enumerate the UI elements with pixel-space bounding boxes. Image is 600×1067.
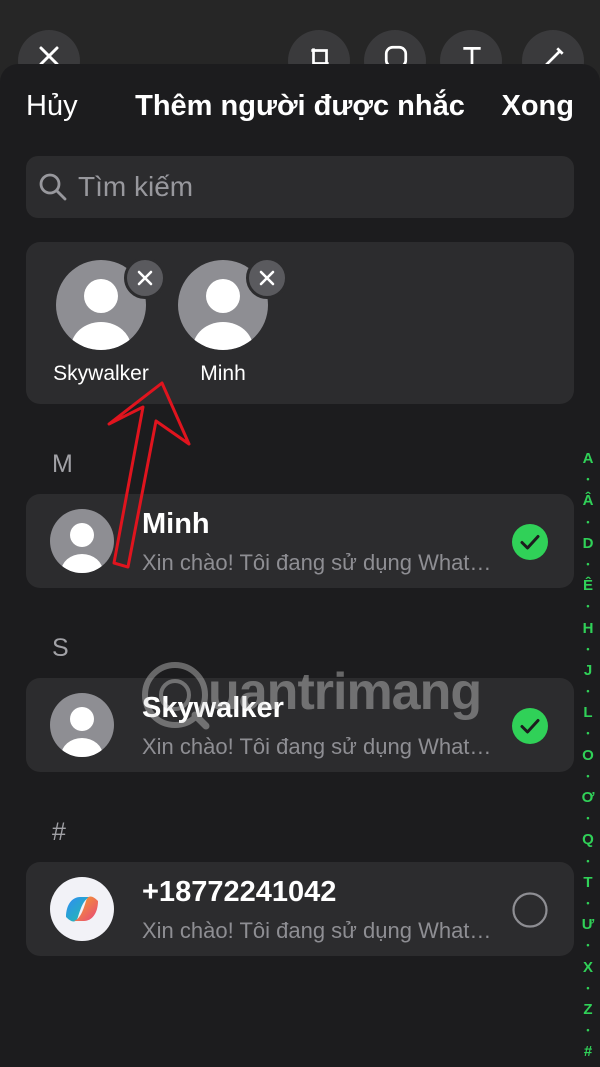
contact-row-phone[interactable]: +18772241042 Xin chào! Tôi đang sử dụng … <box>26 862 574 956</box>
contact-status: Xin chào! Tôi đang sử dụng WhatsApp. <box>142 734 502 759</box>
selected-contacts-panel: Skywalker Minh <box>26 242 574 404</box>
cancel-button[interactable]: Hủy <box>26 90 78 123</box>
contact-name: Minh <box>142 508 210 540</box>
index-dot[interactable]: • <box>578 766 598 787</box>
index-dot[interactable]: • <box>578 893 598 914</box>
person-icon <box>50 509 114 573</box>
done-button[interactable]: Xong <box>502 90 575 123</box>
index-letter[interactable]: D <box>578 533 598 554</box>
checkmark-selected-icon[interactable] <box>512 524 548 560</box>
index-letter[interactable]: # <box>578 1041 598 1062</box>
copilot-logo-icon <box>50 877 114 941</box>
index-letter[interactable]: Ư <box>578 914 598 935</box>
index-dot[interactable]: • <box>578 596 598 617</box>
index-dot[interactable]: • <box>578 554 598 575</box>
close-icon <box>259 270 275 286</box>
index-dot[interactable]: • <box>578 808 598 829</box>
contact-name: Skywalker <box>142 692 284 724</box>
checkmark-selected-icon[interactable] <box>512 708 548 744</box>
remove-chip-button[interactable] <box>246 257 288 299</box>
index-dot[interactable]: • <box>578 681 598 702</box>
section-header-s: S <box>52 634 69 662</box>
add-mention-sheet: Thêm người được nhắc Hủy Xong Skywalker <box>0 64 600 1067</box>
search-bar[interactable] <box>26 156 574 218</box>
index-letter[interactable]: Ơ <box>578 787 598 808</box>
index-dot[interactable]: • <box>578 1020 598 1041</box>
index-letter[interactable]: Â <box>578 490 598 511</box>
index-letter[interactable]: H <box>578 618 598 639</box>
index-dot[interactable]: • <box>578 978 598 999</box>
index-letter[interactable]: A <box>578 448 598 469</box>
index-dot[interactable]: • <box>578 512 598 533</box>
index-letter[interactable]: L <box>578 702 598 723</box>
contact-status: Xin chào! Tôi đang sử dụng WhatsApp. <box>142 918 502 943</box>
search-input[interactable] <box>78 156 558 218</box>
index-dot[interactable]: • <box>578 723 598 744</box>
index-letter[interactable]: O <box>578 745 598 766</box>
remove-chip-button[interactable] <box>124 257 166 299</box>
sheet-header: Thêm người được nhắc Hủy Xong <box>0 64 600 152</box>
index-letter[interactable]: Ê <box>578 575 598 596</box>
person-icon <box>50 693 114 757</box>
contact-row-minh[interactable]: Minh Xin chào! Tôi đang sử dụng WhatsApp… <box>26 494 574 588</box>
contact-name: +18772241042 <box>142 876 337 908</box>
section-header-number: # <box>52 818 66 846</box>
contact-status: Xin chào! Tôi đang sử dụng WhatsApp. <box>142 550 502 575</box>
selected-chip-name: Minh <box>200 362 246 385</box>
index-dot[interactable]: • <box>578 639 598 660</box>
index-dot[interactable]: • <box>578 469 598 490</box>
index-letter[interactable]: Z <box>578 999 598 1020</box>
close-icon <box>137 270 153 286</box>
selected-chip-minh[interactable]: Minh <box>168 257 288 390</box>
search-icon <box>39 173 67 201</box>
index-dot[interactable]: • <box>578 851 598 872</box>
selected-chip-skywalker[interactable]: Skywalker <box>46 257 166 390</box>
index-letter[interactable]: J <box>578 660 598 681</box>
index-letter[interactable]: T <box>578 872 598 893</box>
alphabet-index[interactable]: A • Â • D • Ê • H • J • L • O • Ơ • Q • T • Ư • X • Z • # <box>578 448 598 1062</box>
section-header-m: M <box>52 450 73 478</box>
index-letter[interactable]: X <box>578 957 598 978</box>
checkbox-unselected-icon[interactable] <box>512 892 548 928</box>
index-dot[interactable]: • <box>578 935 598 956</box>
index-letter[interactable]: Q <box>578 829 598 850</box>
contact-row-skywalker[interactable]: Skywalker Xin chào! Tôi đang sử dụng Wha… <box>26 678 574 772</box>
